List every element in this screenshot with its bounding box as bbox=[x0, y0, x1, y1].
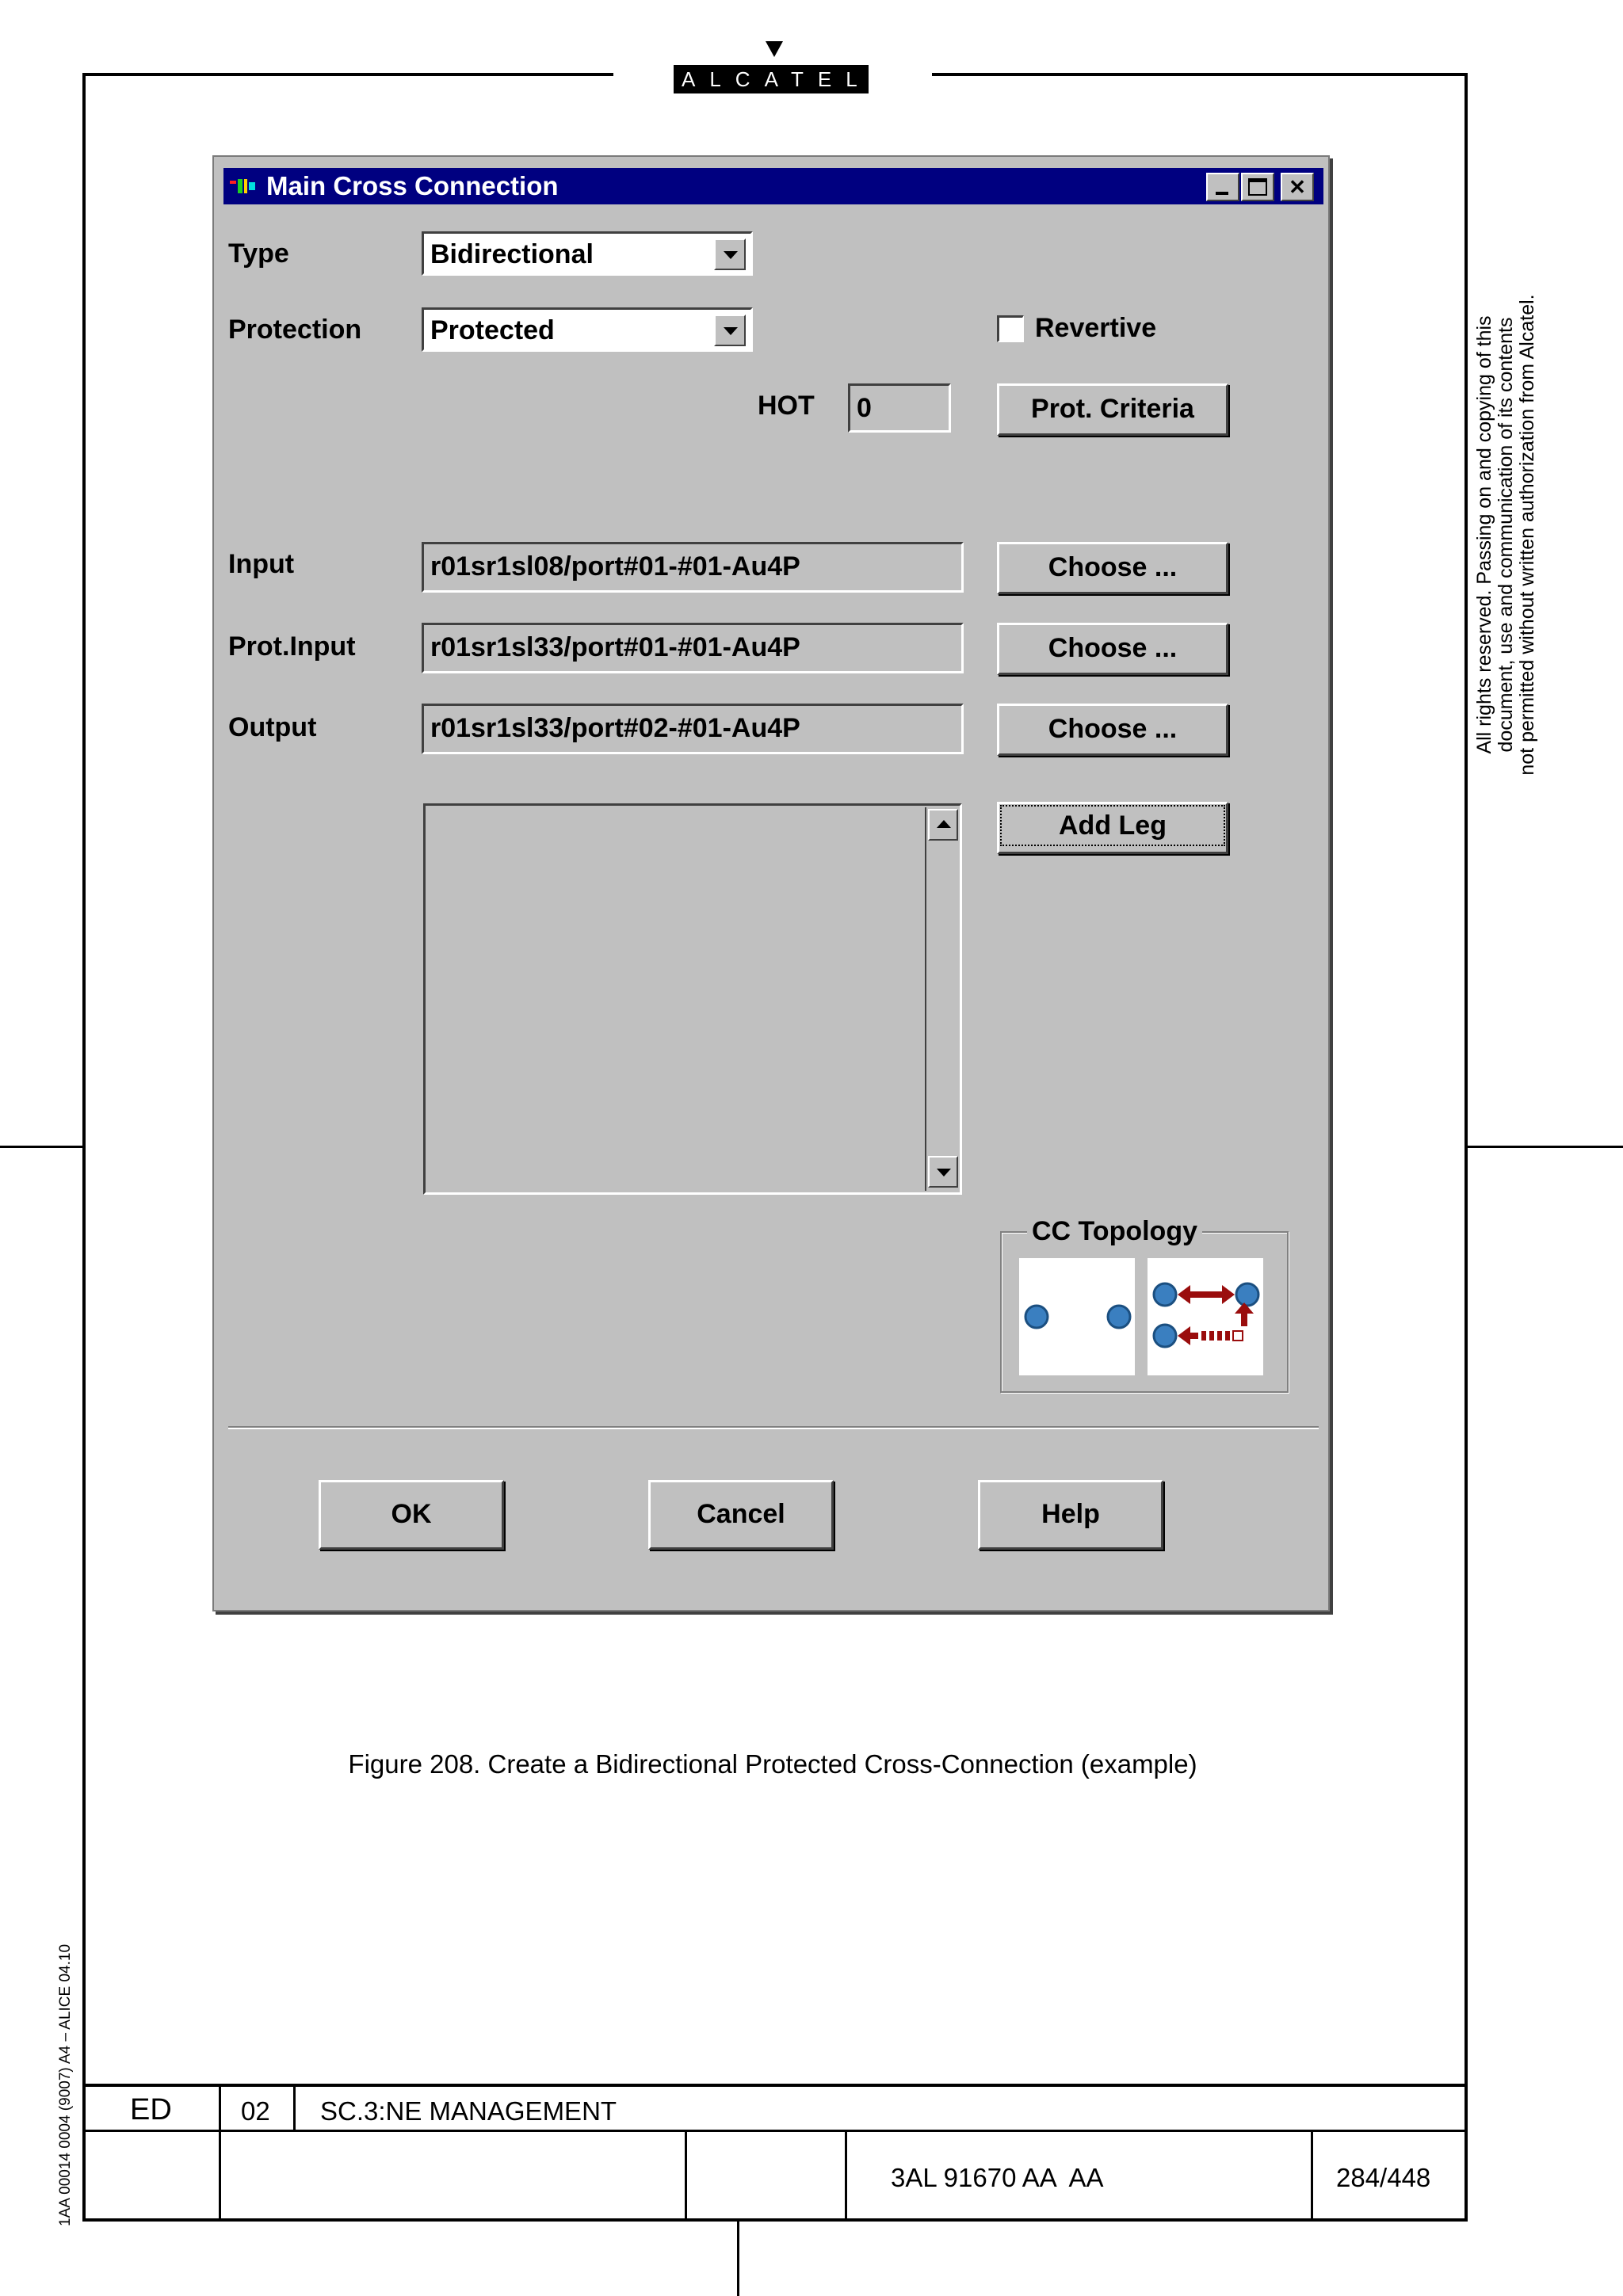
output-field-value: r01sr1sl33/port#02-#01-Au4P bbox=[430, 713, 800, 743]
prot-input-field-value: r01sr1sl33/port#01-#01-Au4P bbox=[430, 632, 800, 662]
prot-criteria-button[interactable]: Prot. Criteria bbox=[997, 383, 1228, 436]
dialog-title: Main Cross Connection bbox=[266, 171, 559, 200]
hot-label: HOT bbox=[758, 391, 815, 421]
alcatel-logo: ALCATEL bbox=[674, 65, 869, 93]
footer-ed-value: 02 bbox=[241, 2096, 270, 2126]
close-button[interactable]: ✕ bbox=[1281, 173, 1314, 201]
bottom-center-mark bbox=[737, 2222, 739, 2296]
leg-list[interactable] bbox=[423, 803, 962, 1195]
footer-section: SC.3:NE MANAGEMENT bbox=[320, 2096, 617, 2126]
leg-list-scrollbar[interactable] bbox=[925, 807, 958, 1191]
main-cross-connection-dialog: Main Cross Connection ✕ Type Bidirection… bbox=[212, 155, 1330, 1611]
topology-protected-icon[interactable] bbox=[1148, 1258, 1263, 1375]
figure-caption: Figure 208. Create a Bidirectional Prote… bbox=[348, 1749, 1197, 1779]
maximize-icon bbox=[1248, 178, 1267, 196]
choose-prot-input-button[interactable]: Choose ... bbox=[997, 623, 1228, 675]
hot-input[interactable]: 0 bbox=[848, 383, 951, 433]
minimize-icon bbox=[1216, 192, 1228, 195]
footer-middle-border bbox=[82, 2130, 1468, 2132]
frame-left bbox=[82, 73, 86, 2222]
footer-doc-number: 3AL 91670 AA AA bbox=[891, 2163, 1104, 2192]
rights-notice-line-1: All rights reserved. Passing on and copy… bbox=[1473, 315, 1495, 754]
footer-top-border bbox=[82, 2084, 1468, 2087]
footer-ed-label: ED bbox=[130, 2093, 172, 2126]
topology-simple-icon[interactable] bbox=[1019, 1258, 1135, 1375]
form-code: 1AA 00014 0004 (9007) A4 – ALICE 04.10 bbox=[57, 1943, 74, 2226]
input-label: Input bbox=[228, 549, 295, 579]
output-label: Output bbox=[228, 712, 317, 742]
type-label: Type bbox=[228, 238, 289, 269]
footer-col-4 bbox=[845, 2130, 847, 2222]
revertive-checkbox[interactable] bbox=[997, 315, 1024, 342]
maximize-button[interactable] bbox=[1241, 173, 1274, 201]
footer-col-1 bbox=[219, 2084, 221, 2222]
output-field[interactable]: r01sr1sl33/port#02-#01-Au4P bbox=[422, 704, 964, 754]
protection-dropdown-arrow-icon[interactable] bbox=[714, 315, 746, 346]
frame-top-right bbox=[932, 73, 1468, 76]
prot-input-field[interactable]: r01sr1sl33/port#01-#01-Au4P bbox=[422, 623, 964, 673]
footer-bottom-border bbox=[82, 2218, 1468, 2222]
alcatel-logo-arrow-icon bbox=[766, 41, 783, 57]
revertive-label: Revertive bbox=[1035, 313, 1157, 343]
hot-input-value: 0 bbox=[857, 393, 872, 423]
type-select-value: Bidirectional bbox=[430, 239, 594, 269]
app-icon bbox=[230, 179, 255, 193]
cc-topology-label: CC Topology bbox=[1027, 1215, 1202, 1247]
prot-input-label: Prot.Input bbox=[228, 631, 356, 662]
topology-simple-graphic bbox=[1024, 1304, 1132, 1329]
margin-mark-right bbox=[1468, 1146, 1623, 1148]
help-button[interactable]: Help bbox=[978, 1480, 1163, 1550]
protection-select[interactable]: Protected bbox=[422, 307, 753, 352]
frame-top-left bbox=[82, 73, 613, 76]
footer-page-number: 284/448 bbox=[1336, 2163, 1431, 2192]
minimize-button[interactable] bbox=[1206, 173, 1239, 201]
footer-col-3 bbox=[685, 2130, 687, 2222]
cancel-button[interactable]: Cancel bbox=[648, 1480, 834, 1550]
title-bar[interactable]: Main Cross Connection ✕ bbox=[223, 168, 1323, 204]
cc-topology-group: CC Topology bbox=[1000, 1215, 1289, 1393]
protection-label: Protection bbox=[228, 315, 362, 345]
ok-button[interactable]: OK bbox=[319, 1480, 504, 1550]
add-leg-label: Add Leg bbox=[1000, 805, 1225, 846]
choose-input-button[interactable]: Choose ... bbox=[997, 542, 1228, 594]
type-dropdown-arrow-icon[interactable] bbox=[714, 238, 746, 270]
input-field-value: r01sr1sl08/port#01-#01-Au4P bbox=[430, 551, 800, 582]
add-leg-button[interactable]: Add Leg bbox=[997, 802, 1228, 854]
margin-mark-left bbox=[0, 1146, 82, 1148]
footer-col-5 bbox=[1311, 2130, 1313, 2222]
type-select[interactable]: Bidirectional bbox=[422, 231, 753, 276]
protection-select-value: Protected bbox=[430, 315, 555, 345]
rights-notice-line-3: not permitted without written authorizat… bbox=[1516, 294, 1538, 776]
close-icon: ✕ bbox=[1289, 175, 1306, 199]
input-field[interactable]: r01sr1sl08/port#01-#01-Au4P bbox=[422, 542, 964, 593]
topology-protected-graphic bbox=[1152, 1282, 1260, 1348]
rights-notice-line-2: document, use and communication of its c… bbox=[1495, 317, 1517, 753]
choose-output-button[interactable]: Choose ... bbox=[997, 704, 1228, 756]
dialog-separator bbox=[228, 1426, 1319, 1429]
footer-col-2 bbox=[293, 2084, 296, 2131]
scroll-up-icon[interactable] bbox=[928, 809, 958, 841]
scroll-down-icon[interactable] bbox=[928, 1156, 958, 1188]
